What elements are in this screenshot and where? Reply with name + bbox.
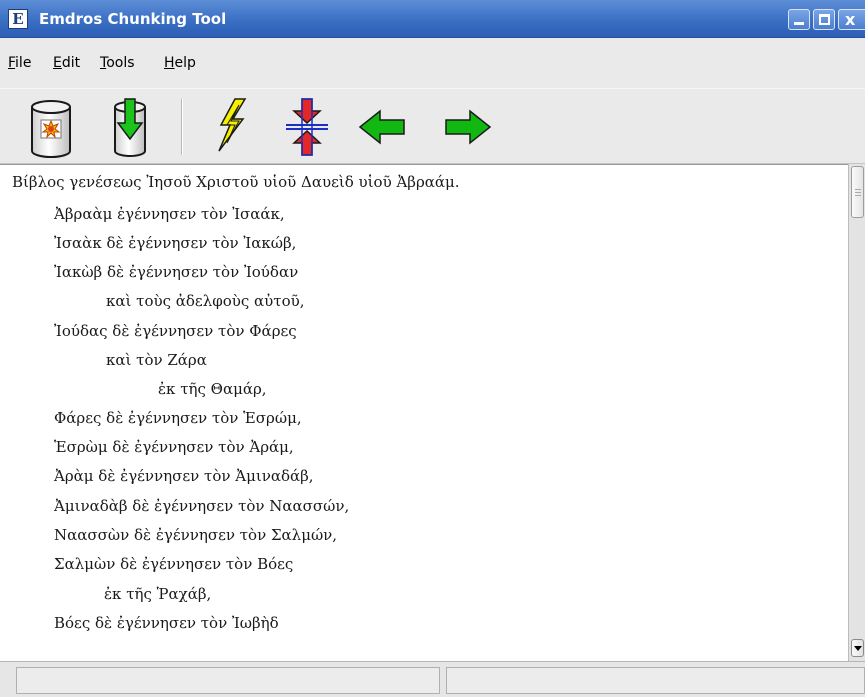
text-view[interactable]: Βίβλος γενέσεως Ἰησοῦ Χριστοῦ υἱοῦ Δαυεὶ…	[0, 164, 848, 661]
window-title: Emdros Chunking Tool	[39, 10, 227, 28]
text-line[interactable]: Βίβλος γενέσεως Ἰησοῦ Χριστοῦ υἱοῦ Δαυεὶ…	[12, 171, 460, 193]
minimize-icon	[794, 22, 804, 25]
grip-line	[855, 192, 861, 193]
text-line[interactable]: Φάρες δὲ ἐγέννησεν τὸν Ἑσρώμ,	[54, 407, 302, 429]
toolbar-separator	[181, 99, 183, 155]
title-bar[interactable]: E Emdros Chunking Tool x	[0, 0, 865, 38]
text-line[interactable]: Ἰούδας δὲ ἐγέννησεν τὸν Φάρες	[54, 320, 297, 342]
menu-file-label: ile	[15, 55, 32, 71]
menu-file-mnemonic: F	[8, 55, 16, 71]
open-database-button[interactable]	[24, 95, 78, 159]
load-button[interactable]	[103, 95, 157, 159]
status-bar	[0, 661, 865, 697]
close-button[interactable]: x	[838, 9, 865, 30]
toolbar	[0, 88, 865, 164]
maximize-icon	[819, 14, 830, 25]
scroll-down-button[interactable]	[851, 639, 864, 657]
chunk-button[interactable]	[205, 95, 259, 159]
text-line[interactable]: Ἀρὰμ δὲ ἐγέννησεν τὸν Ἀμιναδάβ,	[54, 465, 314, 487]
vertical-scrollbar[interactable]	[848, 164, 865, 661]
forward-arrow-icon	[445, 109, 492, 145]
maximize-button[interactable]	[813, 9, 835, 30]
text-line[interactable]: Ἀβραὰμ ἐγέννησεν τὸν Ἰσαάκ,	[54, 203, 285, 225]
text-line[interactable]: ἐκ τῆς Ῥαχάβ,	[104, 583, 211, 605]
back-arrow-icon	[358, 109, 405, 145]
menu-edit-label: dit	[61, 55, 81, 71]
grip-line	[855, 189, 861, 190]
load-down-arrow-icon	[114, 98, 146, 157]
close-icon: x	[845, 10, 856, 29]
text-line[interactable]: Ἀμιναδὰβ δὲ ἐγέννησεν τὸν Ναασσών,	[54, 495, 349, 517]
app-logo-icon[interactable]: E	[8, 9, 28, 29]
text-line[interactable]: Ναασσὼν δὲ ἐγέννησεν τὸν Σαλμών,	[54, 524, 337, 546]
split-merge-arrows-icon	[286, 98, 328, 156]
text-line[interactable]: καὶ τοὺς ἀδελφοὺς αὐτοῦ,	[106, 290, 305, 312]
text-line[interactable]: Ἑσρὼμ δὲ ἐγέννησεν τὸν Ἀράμ,	[54, 436, 294, 458]
chevron-down-icon	[854, 646, 862, 651]
menu-bar: File Edit Tools Help	[0, 38, 865, 88]
lightning-icon	[218, 98, 247, 152]
grip-line	[855, 195, 861, 196]
text-line[interactable]: καὶ τὸν Ζάρα	[106, 349, 207, 371]
text-line[interactable]: ἐκ τῆς Θαμάρ,	[158, 378, 267, 400]
status-panel-left	[16, 667, 440, 694]
back-button[interactable]	[356, 95, 410, 159]
menu-tools-label: ools	[106, 55, 135, 71]
status-panel-right	[446, 667, 865, 694]
text-line[interactable]: Σαλμὼν δὲ ἐγέννησεν τὸν Βόες	[54, 553, 293, 575]
text-line[interactable]: Βόες δὲ ἐγέννησεν τὸν Ἰωβὴδ	[54, 612, 279, 634]
menu-help[interactable]: Help	[164, 54, 196, 72]
menu-help-label: elp	[174, 55, 196, 71]
menu-tools[interactable]: Tools	[100, 54, 135, 72]
menu-edit[interactable]: Edit	[53, 54, 80, 72]
database-icon	[31, 100, 71, 158]
menu-edit-mnemonic: E	[53, 55, 62, 71]
split-merge-button[interactable]	[280, 95, 334, 159]
text-line[interactable]: Ἰακὼβ δὲ ἐγέννησεν τὸν Ἰούδαν	[54, 261, 298, 283]
forward-button[interactable]	[440, 95, 494, 159]
scrollbar-thumb[interactable]	[851, 166, 864, 218]
minimize-button[interactable]	[788, 9, 810, 30]
text-line[interactable]: Ἰσαὰκ δὲ ἐγέννησεν τὸν Ἰακώβ,	[54, 232, 296, 254]
menu-help-mnemonic: H	[164, 55, 175, 71]
menu-file[interactable]: File	[8, 54, 31, 72]
